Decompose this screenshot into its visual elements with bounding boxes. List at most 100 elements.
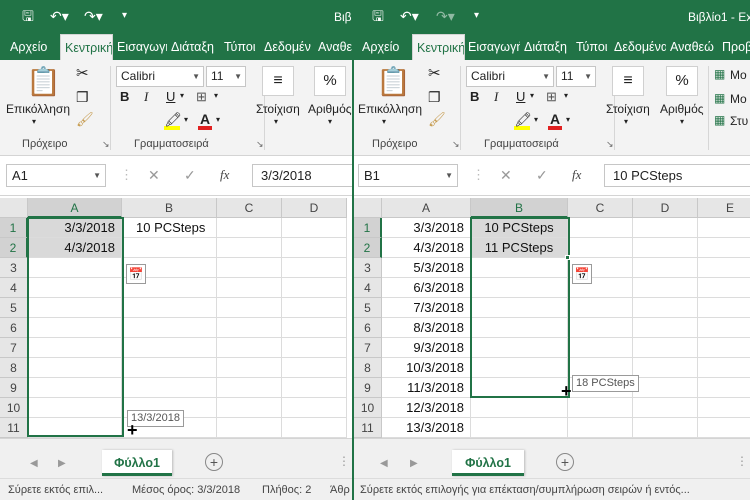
grid-cell[interactable]	[698, 378, 750, 398]
grid-cell[interactable]	[633, 398, 698, 418]
grid-cell[interactable]	[471, 378, 568, 398]
grid-cell[interactable]	[217, 278, 282, 298]
tab-home[interactable]: Κεντρική	[412, 34, 465, 60]
fill-color-icon[interactable]: 🖍	[514, 112, 532, 130]
grid-cell[interactable]	[471, 338, 568, 358]
grid-cell[interactable]	[698, 318, 750, 338]
paste-icon[interactable]: 📋	[26, 68, 61, 96]
grid-cell[interactable]	[122, 378, 217, 398]
grid-cell[interactable]	[568, 318, 633, 338]
bold-button[interactable]: B	[470, 90, 479, 103]
insert-function-icon[interactable]: fx	[572, 168, 581, 181]
grid-cell[interactable]	[568, 398, 633, 418]
grid-cell[interactable]	[217, 378, 282, 398]
underline-button[interactable]: U	[166, 90, 175, 103]
column-header[interactable]: E	[698, 198, 750, 218]
number-label[interactable]: Αριθμός	[660, 102, 704, 116]
font-color-icon[interactable]: A	[548, 112, 562, 130]
grid-cell[interactable]	[28, 338, 122, 358]
row-header[interactable]: 1	[0, 218, 28, 238]
grid-cell[interactable]	[633, 258, 698, 278]
grid-cell[interactable]	[471, 358, 568, 378]
clipboard-launcher-icon[interactable]: ↘	[102, 140, 110, 149]
grid-cell[interactable]	[633, 358, 698, 378]
grid-cell[interactable]	[633, 378, 698, 398]
cell-column-a[interactable]: 3/3/2018	[382, 218, 471, 238]
cell-column-a[interactable]: 5/3/2018	[382, 258, 471, 278]
undo-icon[interactable]: ↶▾	[400, 6, 419, 26]
cell-column-a[interactable]: 13/3/2018	[382, 418, 471, 438]
scroll-left-icon[interactable]: ◀	[30, 458, 38, 469]
grid-cell[interactable]	[471, 418, 568, 438]
grid-cell[interactable]	[282, 278, 347, 298]
paste-icon[interactable]: 📋	[376, 68, 411, 96]
alignment-dropdown-icon[interactable]: ▾	[624, 118, 628, 126]
grid-cell[interactable]	[633, 418, 698, 438]
fill-color-dropdown-icon[interactable]: ▾	[534, 116, 538, 124]
borders-dropdown-icon[interactable]: ▾	[564, 92, 568, 100]
row-header[interactable]: 3	[354, 258, 382, 278]
add-sheet-icon[interactable]: +	[556, 453, 574, 471]
tab-review[interactable]: Αναθεώ	[318, 34, 352, 60]
grid-cell[interactable]	[122, 318, 217, 338]
row-header[interactable]: 9	[354, 378, 382, 398]
grid-cell[interactable]	[282, 418, 347, 438]
scroll-right-icon[interactable]: ▶	[58, 458, 66, 469]
row-header[interactable]: 8	[0, 358, 28, 378]
percent-icon[interactable]: %	[314, 66, 346, 96]
grid-cell[interactable]	[217, 298, 282, 318]
grid-cell[interactable]	[217, 398, 282, 418]
column-header[interactable]: C	[568, 198, 633, 218]
grid-cell[interactable]	[122, 298, 217, 318]
fill-color-icon[interactable]: 🖍	[164, 112, 182, 130]
cell-b2[interactable]: 11 PCSteps	[471, 238, 568, 258]
cell-column-a[interactable]: 12/3/2018	[382, 398, 471, 418]
format-painter-icon[interactable]: 🖌	[428, 112, 446, 126]
grid-cell[interactable]	[28, 298, 122, 318]
grid-cell[interactable]	[698, 298, 750, 318]
paste-dropdown-icon[interactable]: ▾	[32, 118, 36, 126]
grid-cell[interactable]	[633, 338, 698, 358]
grid-cell[interactable]	[471, 258, 568, 278]
italic-button[interactable]: I	[494, 90, 498, 103]
borders-icon[interactable]: ⊞	[546, 90, 557, 103]
column-header[interactable]: D	[282, 198, 347, 218]
column-header[interactable]: A	[28, 198, 122, 218]
row-header[interactable]: 4	[0, 278, 28, 298]
redo-icon[interactable]: ↷▾	[84, 6, 103, 26]
cell-column-a[interactable]: 6/3/2018	[382, 278, 471, 298]
grid-cell[interactable]	[471, 318, 568, 338]
copy-icon[interactable]: ❐	[428, 90, 441, 104]
grid-cell[interactable]	[282, 378, 347, 398]
sheet-tab[interactable]: Φύλλο1	[102, 450, 172, 476]
paste-dropdown-icon[interactable]: ▾	[382, 118, 386, 126]
cell-column-a[interactable]: 9/3/2018	[382, 338, 471, 358]
grid-cell[interactable]	[282, 238, 347, 258]
grid-cell[interactable]	[217, 358, 282, 378]
grid-cell[interactable]	[698, 358, 750, 378]
grid-cell[interactable]	[28, 258, 122, 278]
row-header[interactable]: 3	[0, 258, 28, 278]
format-as-table-label[interactable]: Μο	[730, 92, 747, 106]
grid-cell[interactable]	[698, 218, 750, 238]
grid-cell[interactable]	[568, 218, 633, 238]
formula-input[interactable]: 3/3/2018	[252, 164, 352, 187]
grid-cell[interactable]	[568, 418, 633, 438]
font-name-select[interactable]: Calibri ▼	[466, 66, 554, 87]
grid-cell[interactable]	[698, 238, 750, 258]
row-header[interactable]: 11	[354, 418, 382, 438]
cell-column-a[interactable]: 11/3/2018	[382, 378, 471, 398]
tab-data[interactable]: Δεδομένα	[614, 34, 666, 60]
tab-review[interactable]: Αναθεώ	[670, 34, 714, 60]
conditional-format-icon[interactable]: ▦	[714, 68, 725, 80]
row-header[interactable]: 10	[0, 398, 28, 418]
tab-layout[interactable]: Διάταξη	[524, 34, 567, 60]
name-box[interactable]: A1 ▼	[6, 164, 106, 187]
percent-icon[interactable]: %	[666, 66, 698, 96]
row-header[interactable]: 10	[354, 398, 382, 418]
cell-a2[interactable]: 4/3/2018	[28, 238, 122, 258]
cancel-icon[interactable]: ✕	[500, 168, 512, 182]
column-header[interactable]: B	[471, 198, 568, 218]
tab-layout[interactable]: Διάταξη	[171, 34, 214, 60]
grid-cell[interactable]	[28, 278, 122, 298]
